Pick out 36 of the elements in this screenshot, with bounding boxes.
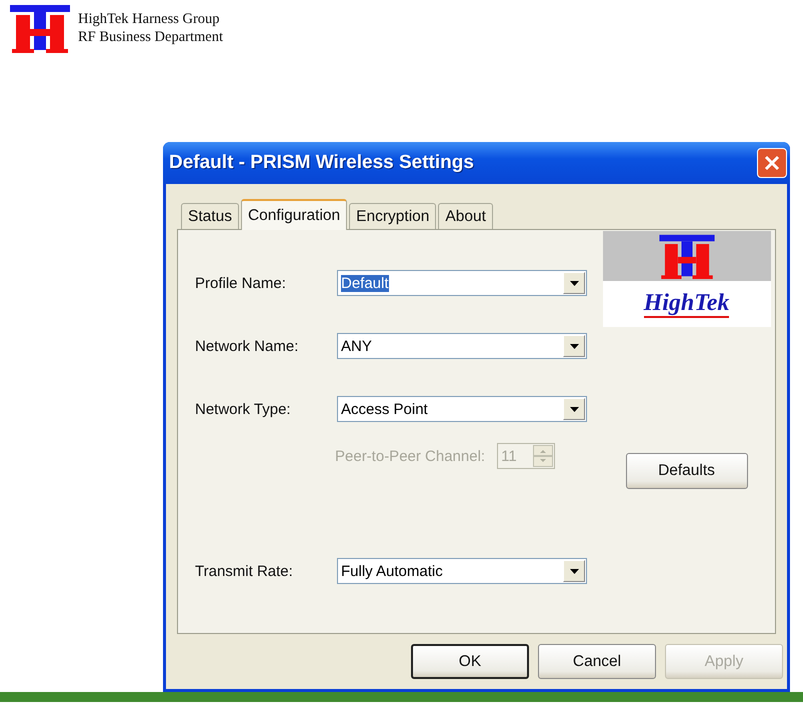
window-title: Default - PRISM Wireless Settings <box>169 152 474 174</box>
logo-icon <box>10 3 70 53</box>
dropdown-field[interactable]: Access Point <box>337 396 587 422</box>
close-icon <box>763 154 781 172</box>
defaults-button[interactable]: Defaults <box>626 453 748 489</box>
dropdown-field[interactable]: Default <box>337 270 587 296</box>
dropdown-button[interactable] <box>563 398 585 420</box>
field-label: Network Type: <box>195 400 292 418</box>
field-value: 11 <box>501 448 517 464</box>
field-value: Access Point <box>341 400 428 418</box>
field-label: Profile Name: <box>195 274 287 292</box>
tab[interactable]: Configuration <box>240 199 348 230</box>
dropdown-arrow-icon <box>570 406 578 412</box>
field-value: Default <box>341 274 389 292</box>
dropdown-button[interactable] <box>563 335 585 357</box>
field-value: Fully Automatic <box>341 562 443 580</box>
dropdown-button[interactable] <box>563 272 585 294</box>
tab[interactable]: Status <box>181 203 239 229</box>
dropdown-arrow-icon <box>570 568 578 574</box>
tab[interactable]: About <box>438 203 493 229</box>
logo-text: HighTek <box>644 290 730 318</box>
company-name: HighTek Harness Group <box>78 10 221 28</box>
dialog-button[interactable]: Cancel <box>538 644 656 679</box>
dropdown-button[interactable] <box>563 560 585 582</box>
dropdown-field[interactable]: Fully Automatic <box>337 558 587 584</box>
dropdown-field[interactable]: ANY <box>337 333 587 359</box>
field-label: Transmit Rate: <box>195 562 294 580</box>
close-button[interactable] <box>757 148 787 178</box>
field-label: Network Name: <box>195 338 300 354</box>
field-label: Peer-to-Peer Channel: <box>335 448 486 464</box>
dialog-button[interactable]: OK <box>411 644 529 679</box>
dropdown-arrow-icon <box>570 344 578 348</box>
company-name: RF Business Department <box>78 28 223 46</box>
field-value: ANY <box>341 338 372 354</box>
dropdown-arrow-icon <box>570 280 578 286</box>
tab[interactable]: Encryption <box>349 203 436 229</box>
